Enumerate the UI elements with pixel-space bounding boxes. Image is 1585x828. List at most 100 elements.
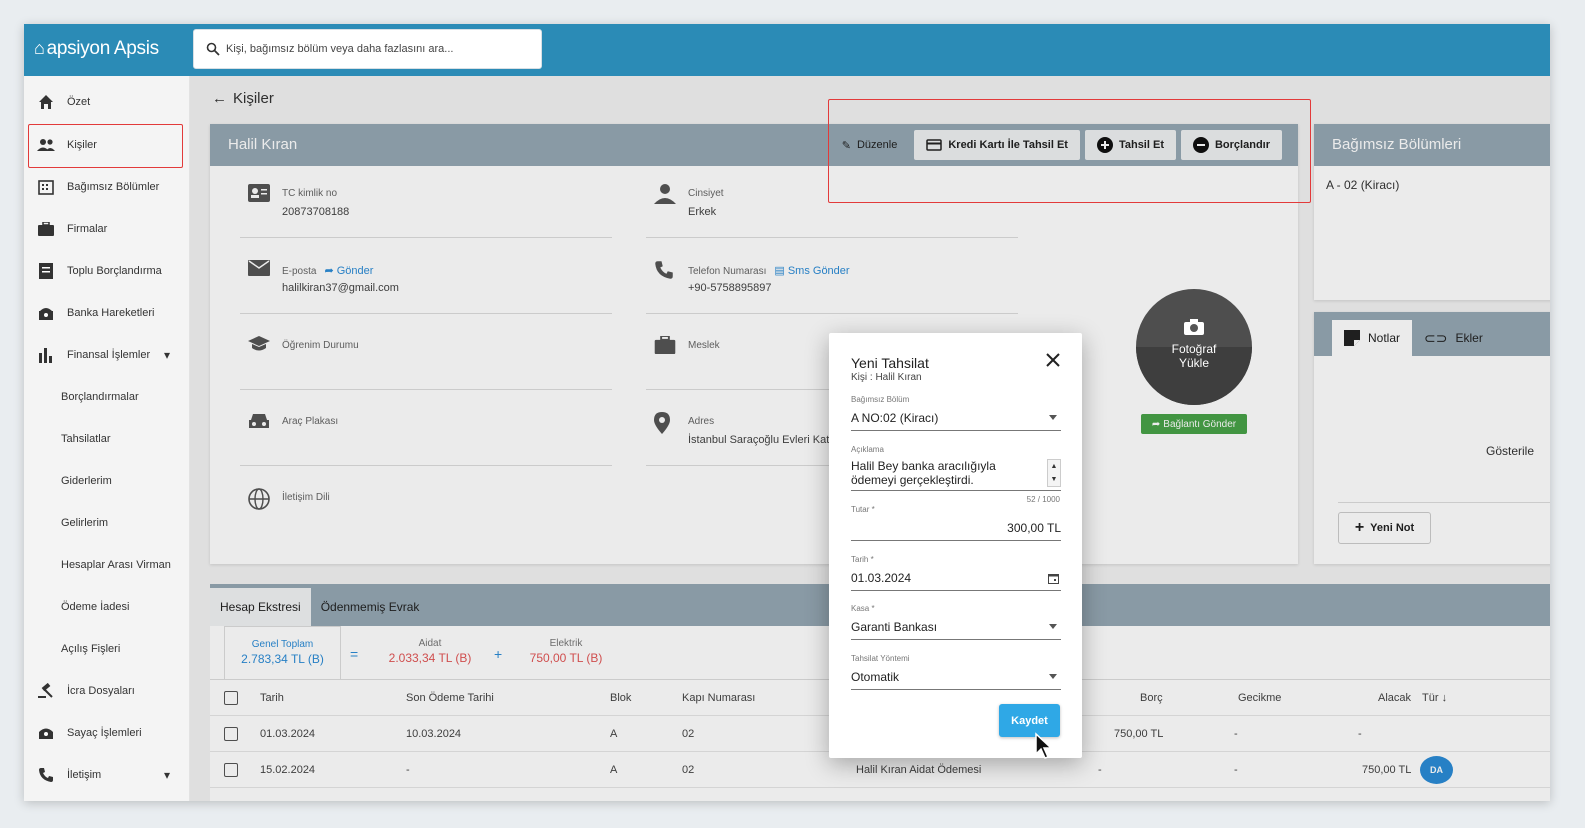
col-date[interactable]: Tarih [260,692,284,704]
sidebar-item-bagimsiz-bolumler[interactable]: Bağımsız Bölümler [24,166,190,208]
sidebar-item-label: Toplu Borçlandırma [67,265,162,277]
description-line-1: Halil Bey banka aracılığıyla [851,459,996,473]
mouse-cursor-icon [1035,732,1053,759]
col-delay[interactable]: Gecikme [1238,692,1281,704]
sidebar-item-firmalar[interactable]: Firmalar [24,208,190,250]
building-icon [36,177,56,197]
back-link[interactable]: ← Kişiler [212,90,274,107]
phone-label-row: Telefon Numarası ▤ Sms Gönder [688,264,850,277]
cell-due: 10.03.2024 [406,728,462,740]
total-dues-value: 2.033,34 TL (B) [388,651,472,665]
sidebar: Özet Kişiler Bağımsız Bölümler Firmalar … [24,76,190,801]
field-tc: TC kimlik no 20873708188 [240,166,612,238]
email-label: E-posta [282,266,317,277]
logo-text: apsiyon Apsis [46,38,160,59]
meter-icon [36,723,56,743]
sms-send-link[interactable]: ▤ Sms Gönder [774,265,849,277]
amount-field[interactable]: Tutar * 300,00 TL [851,505,1061,541]
email-send-label: Gönder [336,265,374,277]
sidebar-item-banka-hareketleri[interactable]: Banka Hareketleri [24,292,190,334]
cash-label: Kasa * [851,604,875,613]
units-title: Bağımsız Bölümleri [1314,124,1550,166]
sidebar-item-label: Özet [67,96,91,108]
cell-description: Halil Kıran Aidat Ödemesi [856,764,982,776]
row-checkbox[interactable] [224,763,238,777]
receipt-icon [36,261,56,281]
sidebar-item-sayac-islemleri[interactable]: Sayaç İşlemleri [24,712,190,754]
row-checkbox[interactable] [224,727,238,741]
tab-hesap-ekstresi[interactable]: Hesap Ekstresi [210,588,311,626]
sidebar-item-gelirlerim[interactable]: Gelirlerim [24,502,190,544]
sidebar-item-toplu-borclandirma[interactable]: Toplu Borçlandırma [24,250,190,292]
sidebar-item-label: Sayaç İşlemleri [67,727,142,739]
unit-select[interactable]: Bağımsız Bölüm A NO:02 (Kiracı) [851,395,1061,431]
email-send-link[interactable]: ➦ Gönder [324,265,373,277]
new-note-label: Yeni Not [1370,522,1415,534]
new-note-button[interactable]: + Yeni Not [1338,512,1431,544]
method-value: Otomatik [851,670,900,684]
unit-select-label: Bağımsız Bölüm [851,395,910,404]
tab-attachments[interactable]: ⊂⊃ Ekler [1412,320,1495,356]
sidebar-item-tahsilatlar[interactable]: Tahsilatlar [24,418,190,460]
sidebar-item-label: Giderlerim [61,475,112,487]
sidebar-item-odeme-iadesi[interactable]: Ödeme İadesi [24,586,190,628]
sidebar-item-iletisim[interactable]: İletişim ▾ [24,754,190,796]
cell-date: 01.03.2024 [260,728,316,740]
field-language: İletişim Dili [240,470,612,542]
sidebar-item-hesaplar-arasi-virman[interactable]: Hesaplar Arası Virman [24,544,190,586]
sms-send-label: Sms Gönder [787,265,850,277]
sidebar-item-ozet[interactable]: Özet [24,81,190,123]
select-all-checkbox[interactable] [224,691,238,705]
logo-house-icon: ⌂ [34,38,45,58]
col-credit[interactable]: Alacak [1378,692,1411,704]
total-electric: Elektrik 750,00 TL (B) [526,638,606,665]
cash-select[interactable]: Kasa * Garanti Bankası [851,604,1061,640]
total-electric-label: Elektrik [549,638,583,649]
col-debt[interactable]: Borç [1140,692,1163,704]
phone-icon [36,765,56,785]
dialog-title: Yeni Tahsilat [851,355,929,371]
bank-icon [36,303,56,323]
logo[interactable]: ⌂ apsiyon Apsis [34,38,159,60]
method-label: Tahsilat Yöntemi [851,654,910,663]
total-general-value: 2.783,34 TL (B) [241,652,324,666]
units-card: Bağımsız Bölümleri A - 02 (Kiracı) [1314,124,1550,300]
send-link-button[interactable]: ➦ Bağlantı Gönder [1141,414,1247,434]
home-icon [36,92,56,112]
photo-upload[interactable]: Fotoğraf Yükle [1136,289,1252,405]
sidebar-item-label: Firmalar [67,223,108,235]
date-field[interactable]: Tarih * 01.03.2024 [851,555,1061,591]
col-block[interactable]: Blok [610,692,631,704]
sidebar-item-acilis-fisleri[interactable]: Açılış Fişleri [24,628,190,670]
col-due[interactable]: Son Ödeme Tarihi [406,692,494,704]
sidebar-item-label: Finansal İşlemler [67,349,151,361]
tab-notes[interactable]: Notlar [1332,320,1413,356]
cell-delay: - [1234,728,1238,740]
description-textarea[interactable]: Açıklama Halil Bey banka aracılığıyla öd… [851,445,1061,491]
tc-label: TC kimlik no [282,188,338,199]
search-input[interactable]: Kişi, bağımsız bölüm veya daha fazlasını… [193,29,542,69]
cell-delay: - [1234,764,1238,776]
char-counter: 52 / 1000 [1026,495,1060,504]
total-general[interactable]: Genel Toplam 2.783,34 TL (B) [224,626,341,680]
address-label: Adres [688,416,715,427]
tab-attachments-label: Ekler [1455,331,1483,345]
col-type[interactable]: Tür ↓ [1422,692,1447,704]
tab-odenmemis-evrak[interactable]: Ödenmemiş Evrak [311,588,430,626]
method-select[interactable]: Tahsilat Yöntemi Otomatik [851,654,1061,690]
spinner-control[interactable]: ▲ ▼ [1047,459,1061,487]
total-electric-value: 750,00 TL (B) [529,651,603,665]
date-value: 01.03.2024 [851,571,912,585]
sidebar-item-finansal-islemler[interactable]: Finansal İşlemler ▾ [24,334,190,376]
type-badge[interactable]: DA [1420,756,1453,784]
sidebar-item-icra-dosyalari[interactable]: İcra Dosyaları [24,670,190,712]
cell-credit: - [1358,728,1362,740]
sidebar-item-borclandirmalar[interactable]: Borçlandırmalar [24,376,190,418]
sidebar-item-giderlerim[interactable]: Giderlerim [24,460,190,502]
notes-empty-text: Gösterile [1486,444,1535,458]
col-door[interactable]: Kapı Numarası [682,692,755,704]
close-icon[interactable] [1046,353,1060,372]
divider [1338,502,1550,503]
unit-value[interactable]: A - 02 (Kiracı) [1314,166,1550,204]
calendar-icon[interactable] [1048,571,1059,589]
